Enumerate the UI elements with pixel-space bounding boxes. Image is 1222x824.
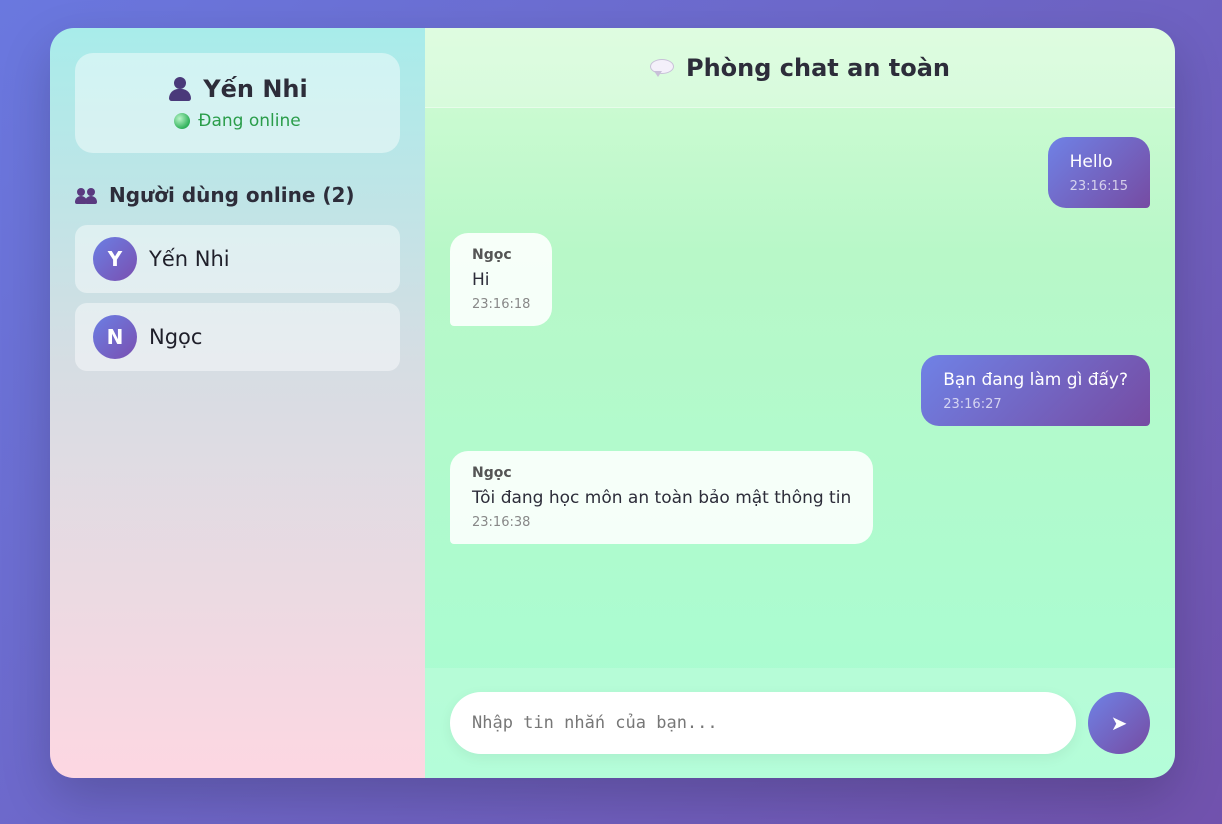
send-button[interactable]: ➤	[1088, 692, 1150, 754]
message-sent: Bạn đang làm gì đấy? 23:16:27	[921, 355, 1150, 426]
status-row: Đang online	[174, 111, 301, 131]
chat-panel: Phòng chat an toàn Hello 23:16:15 Ngọc H…	[425, 28, 1175, 778]
sidebar: Yến Nhi Đang online Người dùng online (2…	[50, 28, 425, 778]
message-list: Hello 23:16:15 Ngọc Hi 23:16:18 Bạn đang…	[425, 108, 1175, 668]
message-received: Ngọc Hi 23:16:18	[450, 233, 553, 326]
message-time: 23:16:15	[1069, 179, 1128, 194]
online-users-title: Người dùng online (2)	[109, 183, 355, 207]
user-icon	[167, 76, 193, 102]
user-list-item[interactable]: Y Yến Nhi	[75, 225, 400, 293]
message-input[interactable]	[450, 692, 1076, 754]
profile-name: Yến Nhi	[203, 75, 308, 103]
chat-title: Phòng chat an toàn	[686, 53, 950, 82]
user-name: Yến Nhi	[149, 247, 230, 271]
avatar: N	[93, 315, 137, 359]
users-icon	[75, 186, 99, 204]
online-user-list: Y Yến Nhi N Ngọc	[75, 225, 400, 371]
message-text: Hi	[472, 270, 490, 290]
status-text: Đang online	[198, 111, 301, 131]
online-users-heading: Người dùng online (2)	[75, 183, 400, 207]
avatar: Y	[93, 237, 137, 281]
message-text: Tôi đang học môn an toàn bảo mật thông t…	[472, 488, 852, 508]
message-time: 23:16:27	[943, 397, 1002, 412]
message-time: 23:16:38	[472, 515, 531, 530]
chat-header: Phòng chat an toàn	[425, 28, 1175, 108]
profile-name-row: Yến Nhi	[167, 75, 308, 103]
composer-bar: ➤	[425, 668, 1175, 778]
user-list-item[interactable]: N Ngọc	[75, 303, 400, 371]
speech-bubble-icon	[650, 58, 674, 77]
message-sent: Hello 23:16:15	[1047, 137, 1150, 208]
chat-app: Yến Nhi Đang online Người dùng online (2…	[50, 28, 1175, 778]
user-name: Ngọc	[149, 325, 203, 349]
profile-card: Yến Nhi Đang online	[75, 53, 400, 153]
message-sender: Ngọc	[472, 247, 512, 263]
message-text: Hello	[1069, 152, 1113, 172]
message-text: Bạn đang làm gì đấy?	[943, 370, 1128, 390]
send-icon: ➤	[1110, 712, 1128, 735]
message-sender: Ngọc	[472, 465, 512, 481]
online-status-dot-icon	[174, 113, 191, 129]
message-time: 23:16:18	[472, 297, 531, 312]
message-received: Ngọc Tôi đang học môn an toàn bảo mật th…	[450, 451, 874, 544]
